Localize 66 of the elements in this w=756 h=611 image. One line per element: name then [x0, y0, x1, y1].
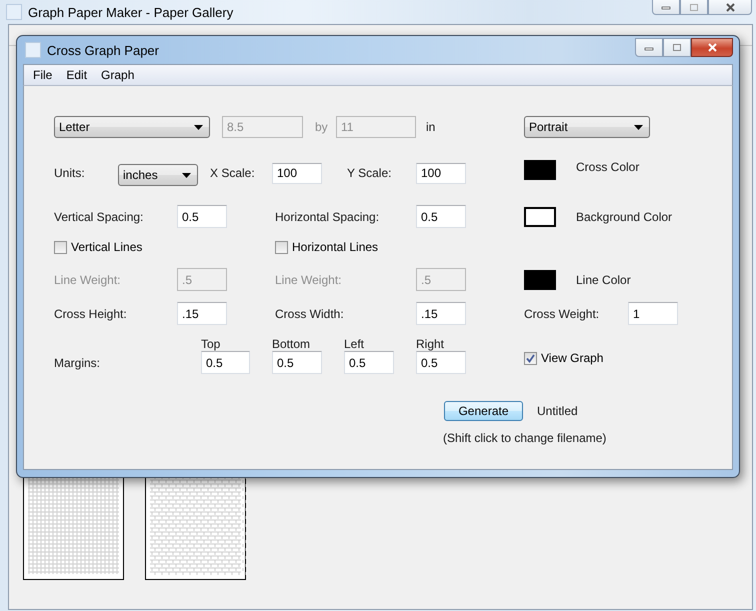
- maximize-icon: [689, 2, 699, 12]
- close-button[interactable]: [708, 0, 752, 15]
- field-label: Units:: [54, 166, 86, 180]
- text-field[interactable]: 0.5: [416, 205, 466, 228]
- maximize-button[interactable]: [663, 38, 691, 57]
- window-icon: [6, 4, 22, 20]
- field-label: in: [426, 120, 436, 134]
- field-label: Background Color: [576, 210, 674, 224]
- window-icon: [25, 42, 41, 58]
- text-field[interactable]: 0.5: [201, 351, 250, 374]
- field-label: (Shift click to change filename): [443, 431, 608, 445]
- checkbox[interactable]: View Graph: [524, 351, 644, 365]
- field-label: Cross Height:: [54, 306, 128, 320]
- color-swatch[interactable]: [524, 270, 556, 290]
- checkbox[interactable]: Vertical Lines: [54, 240, 174, 254]
- text-field[interactable]: 100: [272, 162, 322, 184]
- menu-item[interactable]: Edit: [59, 68, 94, 82]
- close-button[interactable]: [691, 38, 733, 57]
- field-label: Untitled: [537, 404, 579, 418]
- field-label: Left: [344, 337, 366, 351]
- close-icon: [706, 43, 718, 52]
- text-field[interactable]: 1: [628, 302, 678, 325]
- minimize-button[interactable]: [652, 0, 680, 15]
- field-label: X Scale:: [210, 166, 256, 180]
- field-label: by: [315, 120, 329, 134]
- caret-icon: [194, 124, 203, 130]
- generate-button[interactable]: Generate: [444, 401, 523, 421]
- field-label: Cross Weight:: [524, 306, 600, 320]
- checkmark-icon: [526, 354, 535, 362]
- maximize-icon: [672, 43, 682, 52]
- close-icon: [724, 2, 736, 12]
- color-swatch[interactable]: [524, 160, 556, 180]
- caret-icon: [634, 124, 643, 130]
- field-label: Top: [201, 337, 222, 351]
- text-field[interactable]: 100: [416, 162, 466, 184]
- minimize-icon: [661, 4, 671, 10]
- field-label: Horizontal Spacing:: [275, 210, 380, 224]
- orientation-dropdown[interactable]: Portrait: [524, 116, 650, 138]
- units-dropdown[interactable]: inches: [118, 164, 198, 186]
- text-field[interactable]: 0.5: [177, 205, 227, 228]
- field-label: Right: [416, 337, 446, 351]
- text-field[interactable]: 0.5: [344, 351, 394, 374]
- field-label: Line Color: [576, 272, 632, 286]
- text-field[interactable]: 0.5: [416, 351, 466, 374]
- color-swatch[interactable]: [524, 206, 556, 226]
- field-label: Line Weight:: [54, 272, 122, 286]
- field-label: Line Weight:: [275, 272, 342, 286]
- text-field[interactable]: 0.5: [272, 351, 322, 374]
- maximize-button[interactable]: [680, 0, 708, 15]
- text-field[interactable]: .15: [416, 302, 466, 325]
- menu-item[interactable]: Graph: [94, 68, 142, 82]
- window-title: Cross Graph Paper: [47, 42, 159, 58]
- text-field[interactable]: .15: [177, 302, 227, 325]
- field-label: Cross Width:: [275, 306, 345, 320]
- paper-size-dropdown[interactable]: Letter: [54, 116, 210, 138]
- window-title: Graph Paper Maker - Paper Gallery: [28, 4, 234, 20]
- checkbox[interactable]: Horizontal Lines: [275, 240, 415, 254]
- field-label: Bottom: [272, 337, 312, 351]
- caret-icon: [182, 172, 191, 178]
- field-label: Margins:: [54, 356, 102, 370]
- field-label: Vertical Spacing:: [54, 210, 144, 224]
- field-label: Y Scale:: [347, 166, 392, 180]
- minimize-button[interactable]: [635, 38, 663, 57]
- field-label: Cross Color: [576, 160, 640, 174]
- menu-item[interactable]: File: [26, 68, 60, 82]
- minimize-icon: [644, 44, 654, 50]
